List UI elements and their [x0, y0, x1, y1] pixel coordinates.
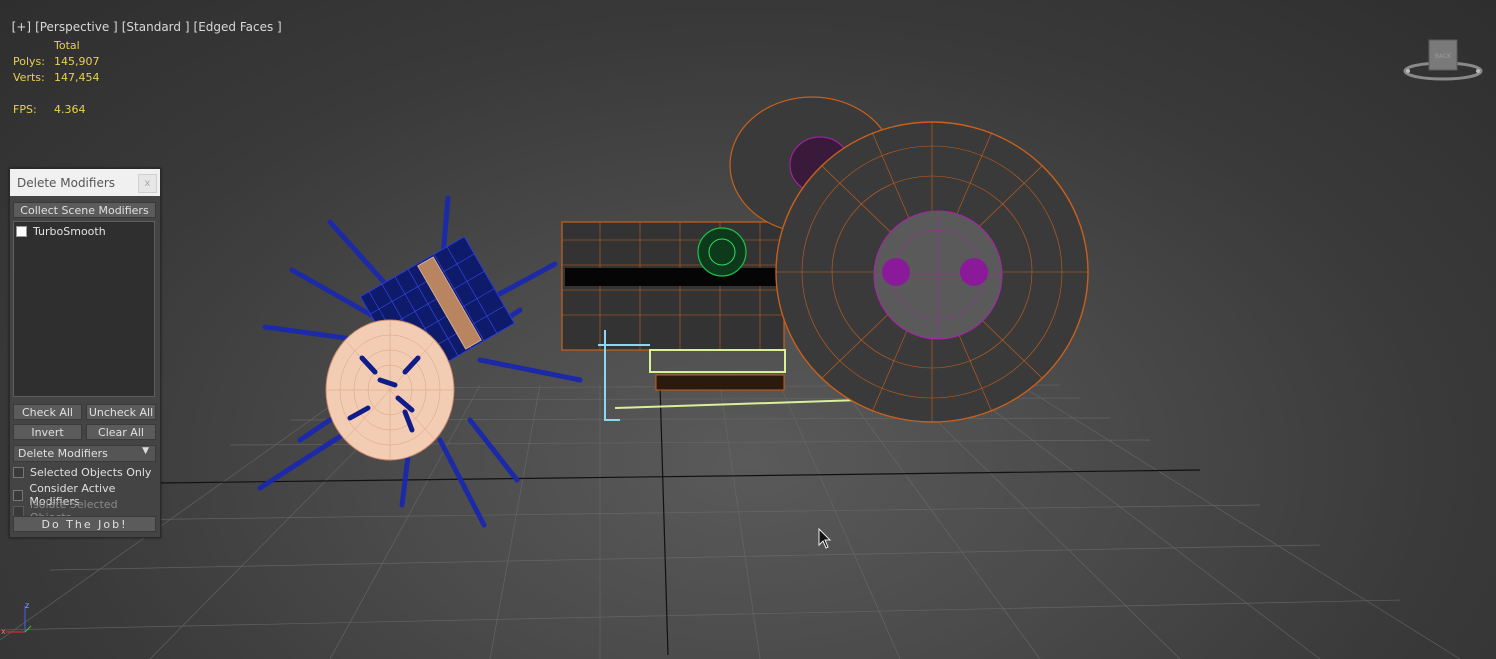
viewcube-face-label: BACK	[1435, 53, 1452, 60]
viewcube[interactable]: BACK	[1402, 36, 1484, 86]
invert-button[interactable]: Invert	[13, 424, 82, 440]
ground-grid	[0, 384, 1461, 659]
axis-z-label: z	[25, 601, 29, 610]
viewport-menu-plus[interactable]: [+]	[12, 20, 31, 34]
panel-titlebar[interactable]: Delete Modifiers x	[10, 169, 160, 196]
mode-dropdown-value: Delete Modifiers	[18, 447, 108, 460]
modifier-checkbox[interactable]	[16, 226, 27, 237]
delete-modifiers-panel: Delete Modifiers x Collect Scene Modifie…	[9, 168, 161, 538]
viewport-statistics: Total Polys: 145,907 Verts: 147,454 FPS: 4.…	[13, 38, 100, 118]
modifier-list[interactable]: TurboSmooth	[13, 221, 155, 397]
mode-dropdown[interactable]: Delete Modifiers ▼	[13, 445, 156, 462]
modifier-name: TurboSmooth	[33, 225, 106, 238]
panel-title: Delete Modifiers	[17, 175, 116, 190]
orange-machine-object	[561, 96, 1089, 423]
axis-tripod-icon: z x	[1, 601, 32, 636]
viewport-scene[interactable]	[0, 0, 1496, 659]
fps-value: 4.364	[54, 103, 86, 116]
spiked-cylinder-object	[257, 195, 583, 528]
check-all-button[interactable]: Check All	[13, 404, 82, 420]
selected-objects-only-checkbox[interactable]	[13, 467, 24, 478]
dropdown-arrow-icon: ▼	[142, 446, 149, 456]
list-item[interactable]: TurboSmooth	[14, 222, 154, 241]
do-the-job-button[interactable]: Do The Job!	[13, 516, 156, 532]
verts-label: Verts:	[13, 71, 45, 84]
mouse-cursor-icon	[818, 528, 832, 549]
viewport-menu-perspective[interactable]: [Perspective ]	[35, 20, 118, 34]
selected-objects-only-option[interactable]: Selected Objects Only	[13, 466, 151, 479]
viewport-menu-shading[interactable]: [Standard ]	[122, 20, 190, 34]
viewport-label: [+] [Perspective ] [Standard ] [Edged Faces…	[4, 6, 286, 34]
collect-scene-modifiers-button[interactable]: Collect Scene Modifiers	[13, 202, 156, 218]
isolate-selected-objects-checkbox	[13, 505, 24, 517]
verts-value: 147,454	[54, 71, 100, 84]
polys-value: 145,907	[54, 55, 100, 68]
selected-objects-only-label: Selected Objects Only	[30, 466, 152, 479]
viewport-menu-edged-faces[interactable]: [Edged Faces ]	[194, 20, 282, 34]
ground-axes	[159, 384, 1201, 656]
polys-label: Polys:	[13, 55, 45, 68]
axis-x-label: x	[1, 627, 6, 636]
fps-label: FPS:	[13, 103, 37, 116]
close-button[interactable]: x	[138, 174, 157, 193]
uncheck-all-button[interactable]: Uncheck All	[86, 404, 156, 420]
stats-header: Total	[54, 39, 80, 52]
clear-all-button[interactable]: Clear All	[86, 424, 156, 440]
